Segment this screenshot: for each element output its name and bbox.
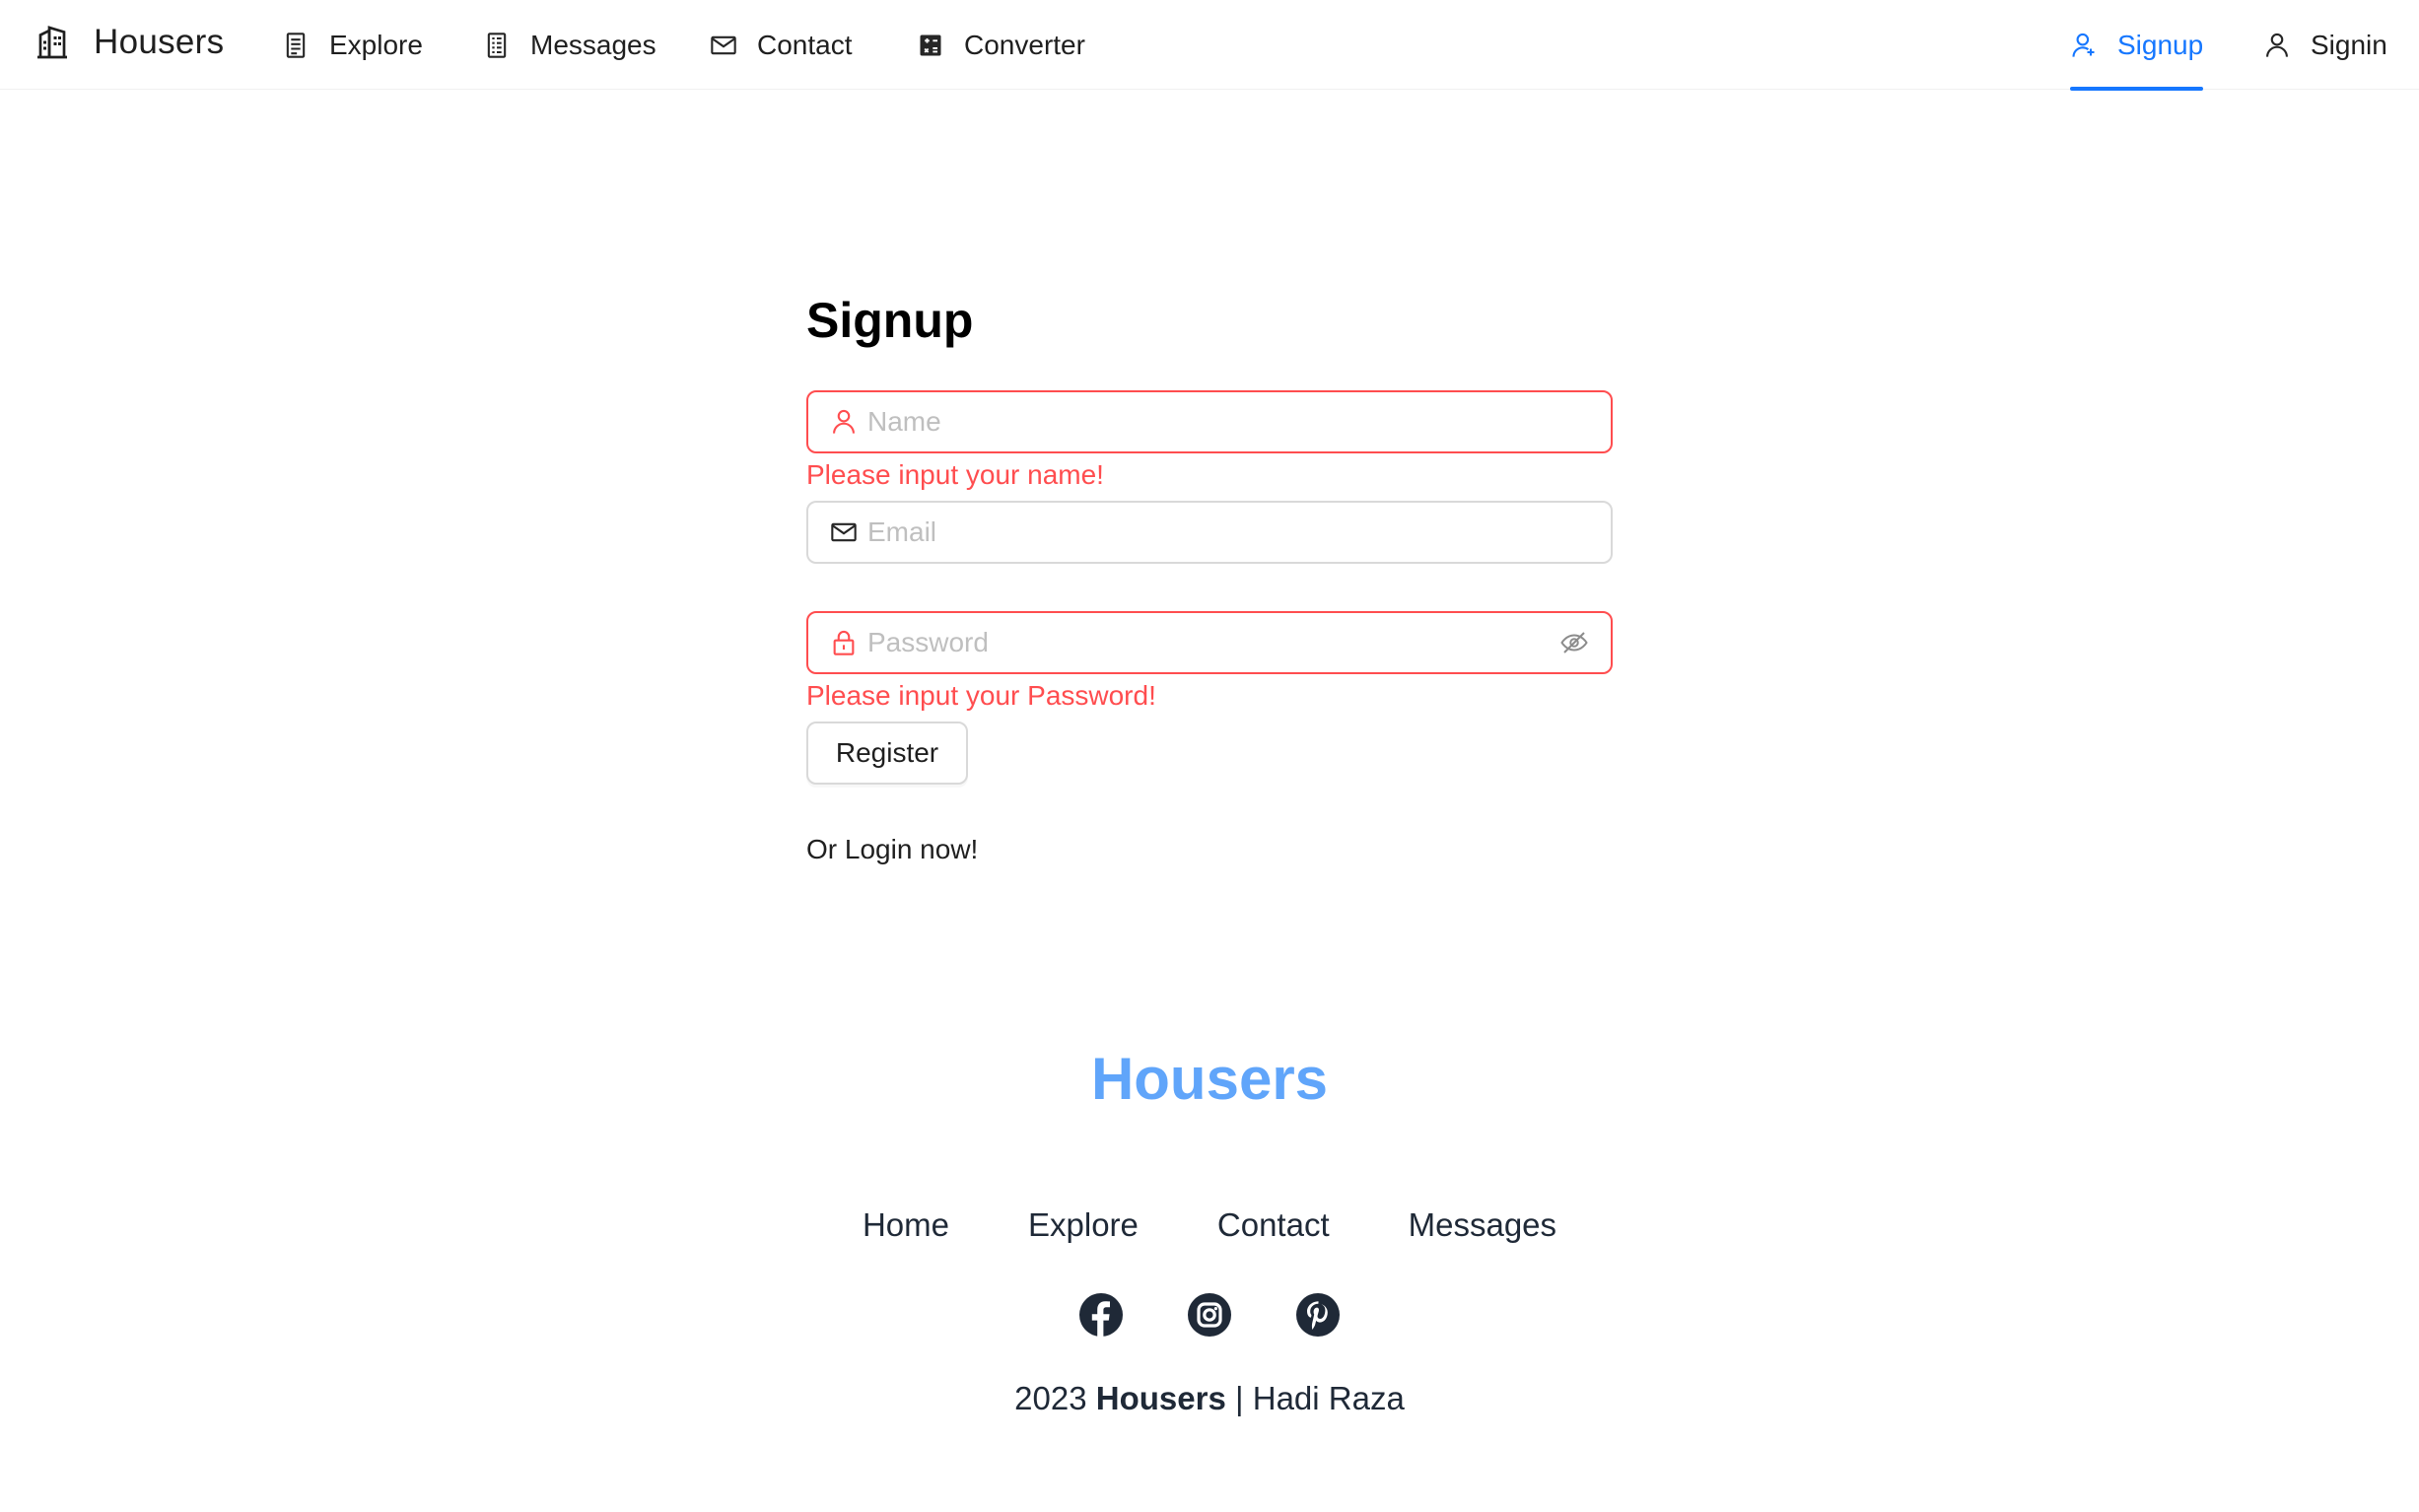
nav-label-explore: Explore bbox=[329, 29, 423, 60]
footer-link-explore[interactable]: Explore bbox=[1028, 1206, 1139, 1244]
document-icon bbox=[286, 32, 306, 58]
user-add-icon bbox=[2072, 33, 2095, 57]
name-error-message: Please input your name! bbox=[806, 459, 1104, 490]
nav-item-contact[interactable]: Contact bbox=[710, 0, 853, 90]
footer-link-contact[interactable]: Contact bbox=[1217, 1206, 1330, 1244]
mail-icon bbox=[711, 35, 736, 54]
register-button[interactable]: Register bbox=[806, 722, 968, 785]
top-navbar: Housers Explore Messages Contact Convert… bbox=[0, 0, 2419, 91]
password-field[interactable] bbox=[806, 611, 1613, 674]
copyright-separator: | bbox=[1235, 1380, 1244, 1416]
mail-icon bbox=[831, 522, 857, 542]
lock-icon bbox=[833, 630, 855, 655]
nav-label-messages: Messages bbox=[530, 29, 657, 60]
name-input[interactable] bbox=[858, 392, 1611, 451]
nav-label-signup: Signup bbox=[2117, 29, 2204, 60]
nav-item-signup[interactable]: Signup bbox=[2070, 0, 2204, 91]
nav-label-contact: Contact bbox=[757, 29, 853, 60]
building-icon bbox=[37, 26, 67, 59]
list-document-icon bbox=[487, 32, 507, 58]
eye-invisible-icon[interactable] bbox=[1559, 628, 1589, 657]
nav-label-converter: Converter bbox=[964, 29, 1085, 60]
nav-label-signin: Signin bbox=[2311, 29, 2387, 60]
name-field[interactable] bbox=[806, 390, 1613, 453]
instagram-icon[interactable] bbox=[1186, 1291, 1233, 1339]
facebook-icon[interactable] bbox=[1077, 1291, 1125, 1339]
social-links bbox=[0, 1291, 2419, 1339]
email-field[interactable] bbox=[806, 501, 1613, 564]
brand-logo-link[interactable]: Housers bbox=[35, 18, 224, 67]
footer-link-home[interactable]: Home bbox=[863, 1206, 949, 1244]
nav-item-signin[interactable]: Signin bbox=[2263, 0, 2387, 90]
nav-item-messages[interactable]: Messages bbox=[483, 0, 657, 90]
footer-link-messages[interactable]: Messages bbox=[1409, 1206, 1556, 1244]
form-title: Signup bbox=[806, 293, 974, 348]
nav-item-explore[interactable]: Explore bbox=[282, 0, 423, 90]
calculator-icon bbox=[920, 34, 941, 55]
user-icon bbox=[2266, 33, 2288, 57]
footer-links: Home Explore Contact Messages bbox=[0, 1206, 2419, 1244]
password-input[interactable] bbox=[858, 613, 1559, 672]
pinterest-icon[interactable] bbox=[1294, 1291, 1342, 1339]
email-input[interactable] bbox=[858, 503, 1611, 562]
copyright-brand: Housers bbox=[1095, 1380, 1226, 1416]
password-error-message: Please input your Password! bbox=[806, 680, 1156, 711]
user-icon bbox=[833, 409, 855, 434]
nav-item-converter[interactable]: Converter bbox=[917, 0, 1085, 90]
copyright-year: 2023 bbox=[1014, 1380, 1087, 1416]
copyright-author: Hadi Raza bbox=[1252, 1380, 1405, 1416]
footer-brand: Housers bbox=[1090, 1046, 1329, 1112]
brand-name: Housers bbox=[94, 23, 225, 61]
copyright-text: 2023 Housers | Hadi Raza bbox=[0, 1380, 2419, 1417]
login-now-link[interactable]: Or Login now! bbox=[806, 834, 978, 865]
